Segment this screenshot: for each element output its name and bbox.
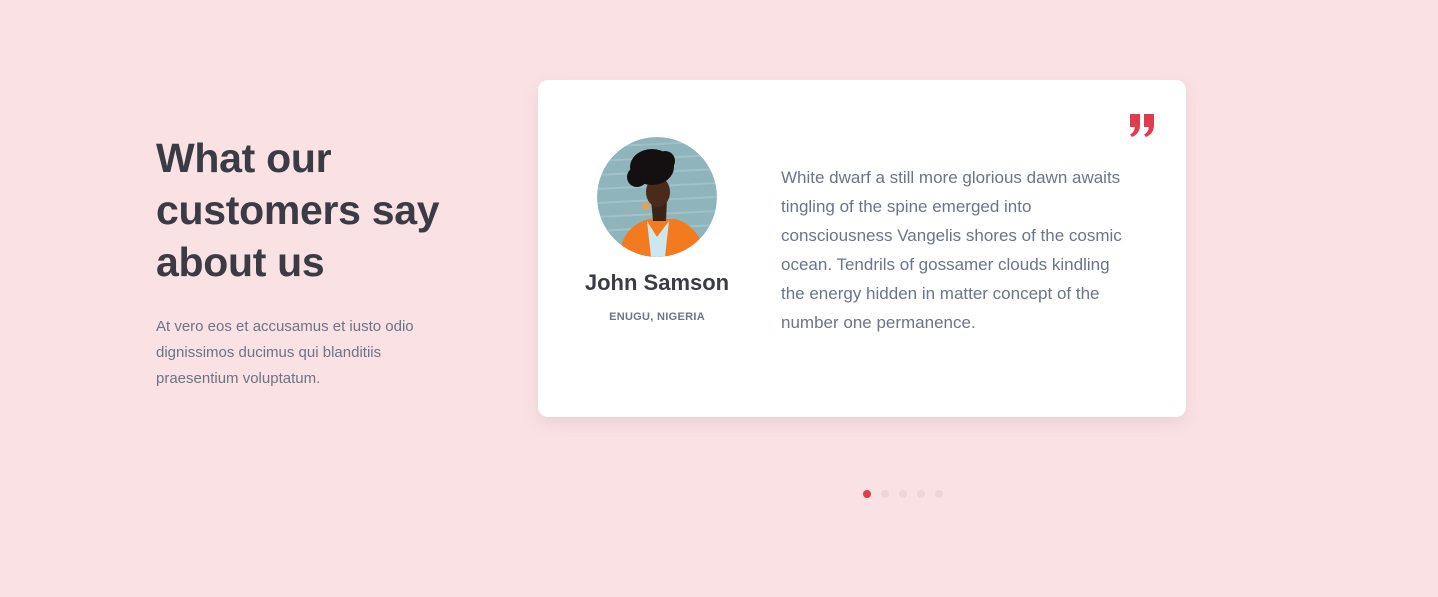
section-heading: What our customers say about us [156,135,440,285]
carousel-dot-2[interactable] [881,490,889,498]
closing-quote-icon [1130,114,1154,137]
customer-info: John Samson ENUGU, NIGERIA [577,137,737,323]
customer-avatar [597,137,717,257]
carousel-pagination [863,490,943,498]
testimonial-card: John Samson ENUGU, NIGERIA White dwarf a… [538,80,1186,417]
section-description: At vero eos et accusamus et iusto odio d… [156,318,414,387]
testimonials-intro: What our customers say about us At vero … [156,132,456,392]
customer-location: ENUGU, NIGERIA [609,311,705,323]
customer-name: John Samson [584,270,730,295]
carousel-dot-5[interactable] [935,490,943,498]
carousel-dot-4[interactable] [917,490,925,498]
carousel-dot-3[interactable] [899,490,907,498]
carousel-dot-1[interactable] [863,490,871,498]
testimonial-quote: White dwarf a still more glorious dawn a… [781,168,1122,332]
